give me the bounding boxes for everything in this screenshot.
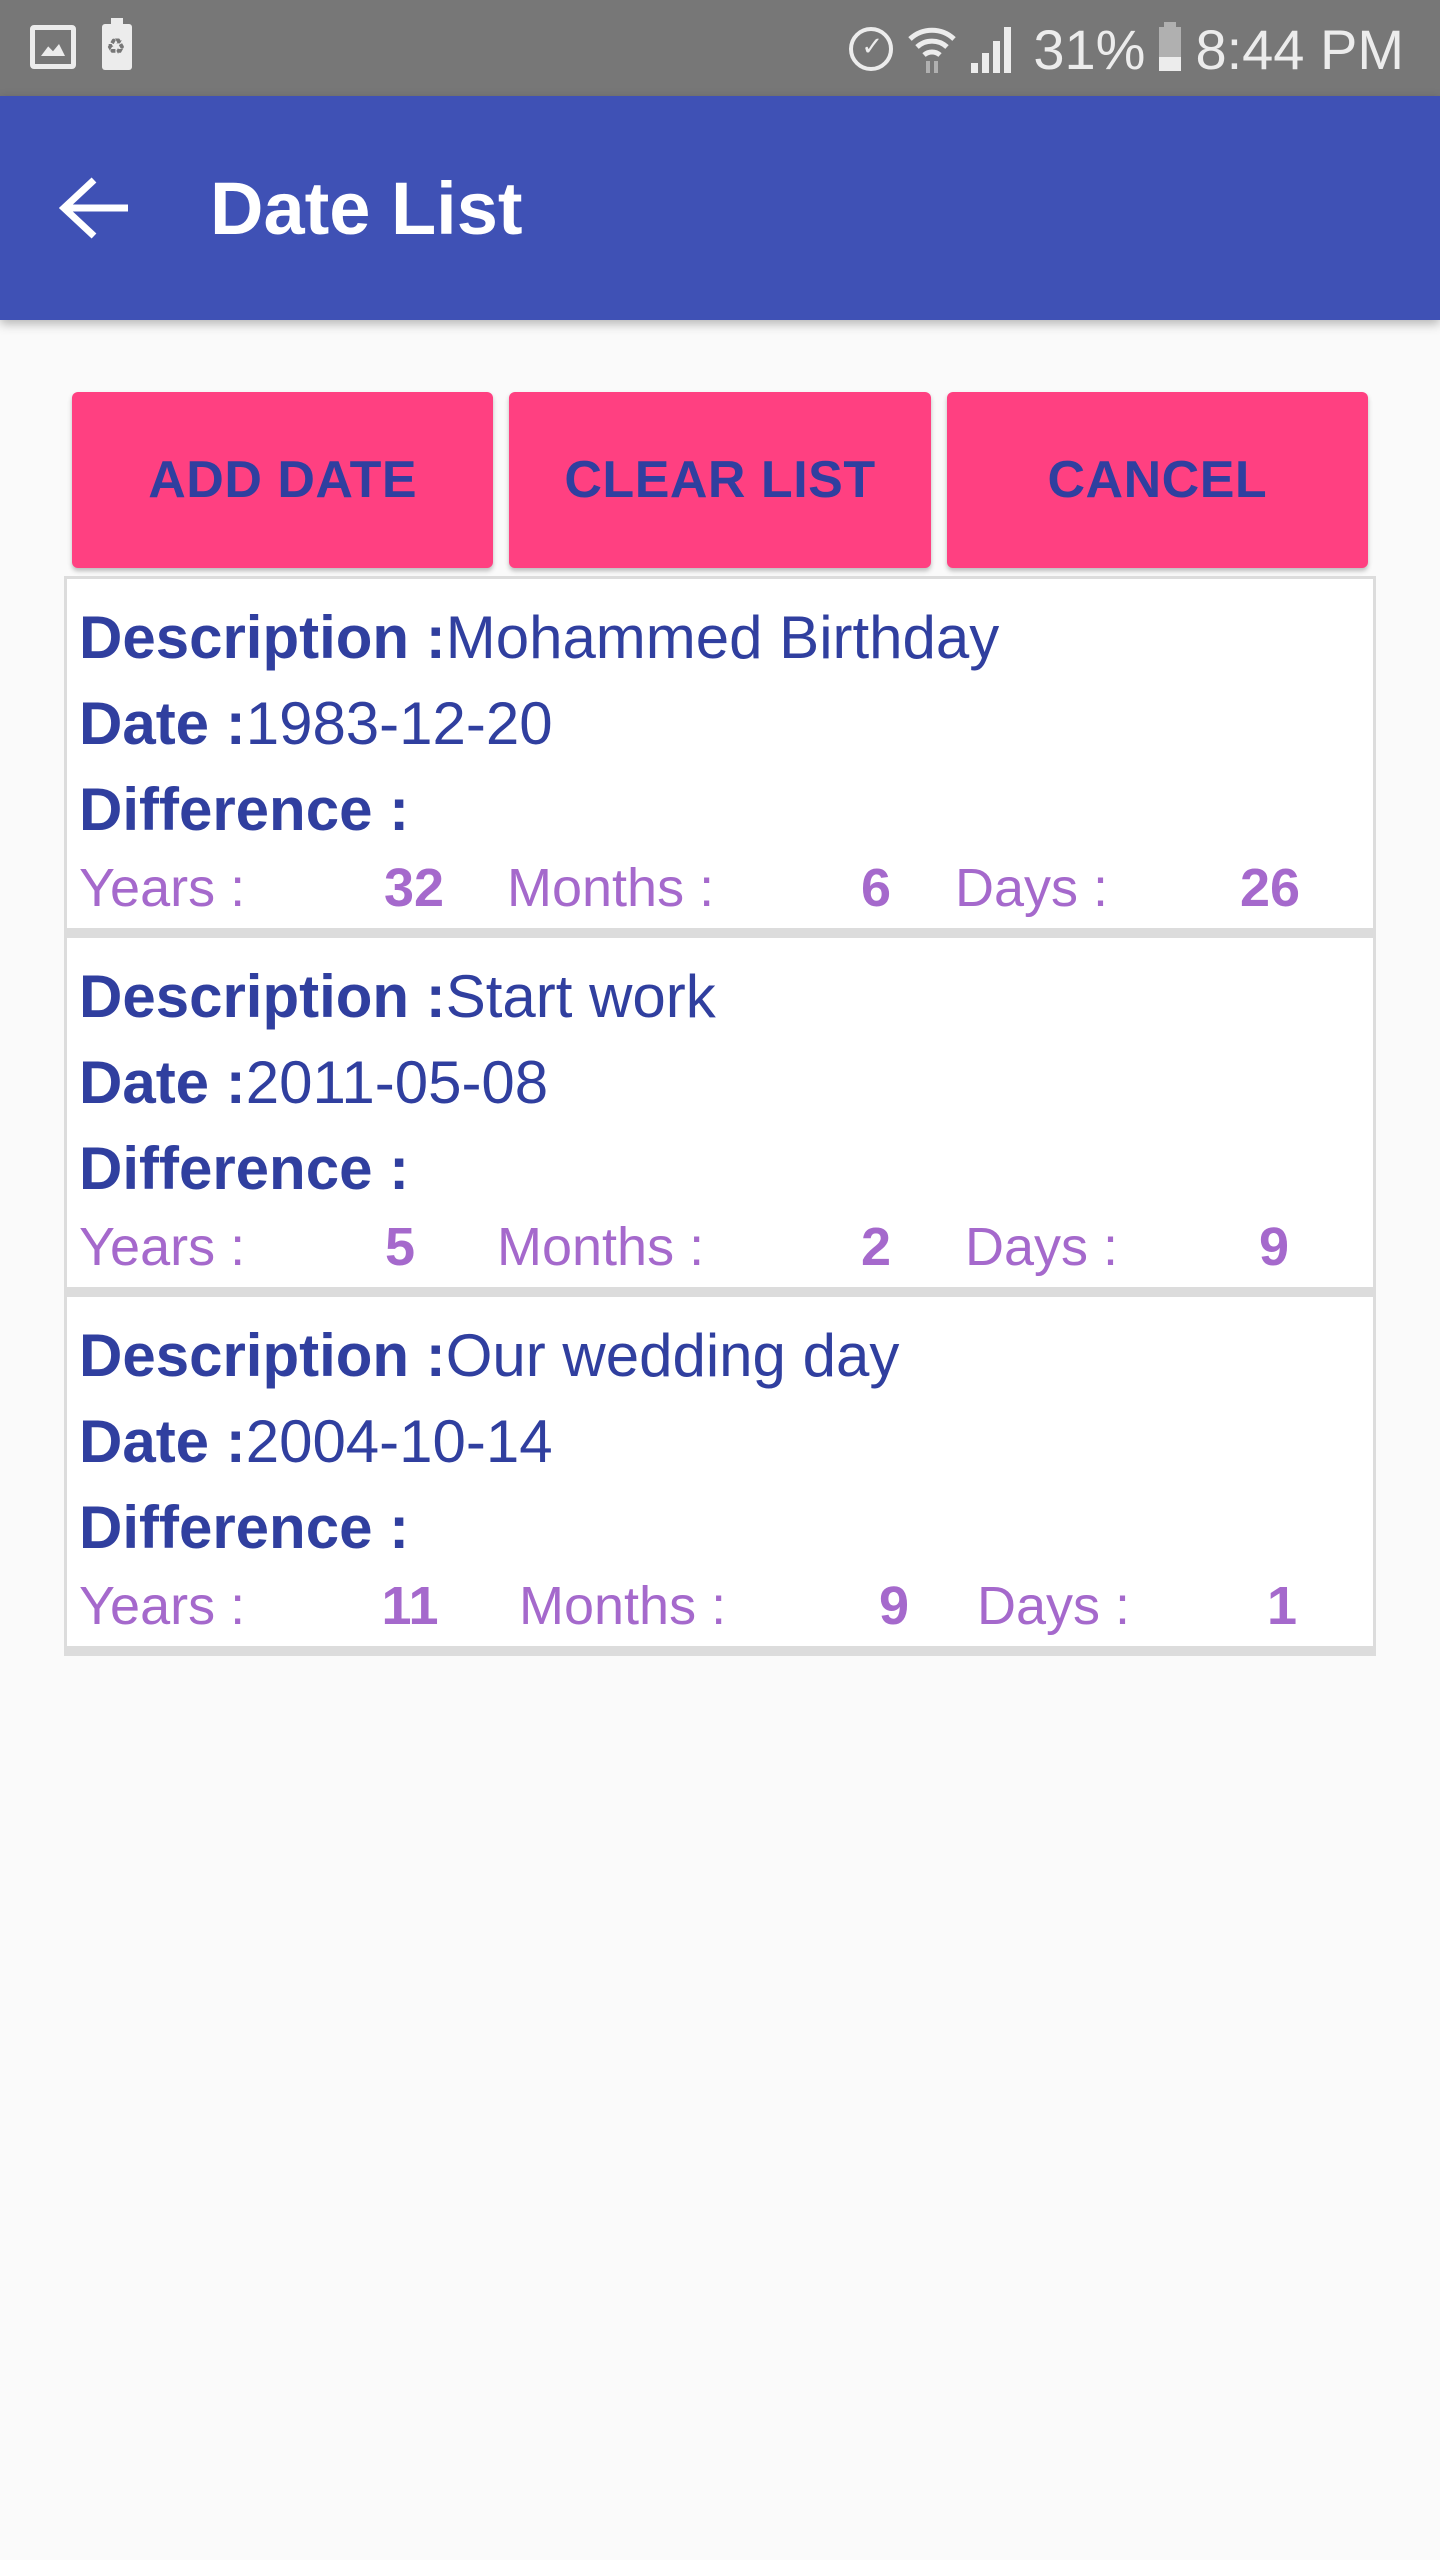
status-bar: 31% 8:44 PM (0, 0, 1440, 96)
cancel-button[interactable]: CANCEL (946, 392, 1368, 568)
difference-values: Years : 11 Months : 9 Days : 1 (79, 1575, 1359, 1645)
battery-icon (1159, 22, 1182, 71)
days-label: Days : (965, 1217, 1119, 1277)
list-item[interactable]: Description :Mohammed Birthday Date :198… (64, 576, 1376, 938)
difference-label: Difference : (79, 776, 410, 843)
date-value: 2011-05-08 (245, 1049, 549, 1116)
list-item[interactable]: Description :Our wedding day Date :2004-… (64, 1294, 1376, 1656)
list-item[interactable]: Description :Start work Date :2011-05-08… (64, 935, 1376, 1297)
clear-list-button[interactable]: CLEAR LIST (509, 392, 931, 568)
description-label: Description : (79, 963, 446, 1030)
years-label: Years : (79, 858, 246, 918)
description-row: Description :Mohammed Birthday (79, 603, 999, 672)
years-value: 11 (381, 1576, 439, 1636)
months-value: 2 (860, 1217, 892, 1277)
clock: 8:44 PM (1195, 17, 1404, 81)
years-value: 5 (384, 1217, 416, 1277)
description-value: Mohammed Birthday (445, 604, 1000, 671)
years-label: Years : (79, 1576, 246, 1636)
days-label: Days : (977, 1576, 1131, 1636)
difference-row: Difference : (79, 1134, 409, 1203)
arrow-left-icon[interactable] (58, 174, 134, 242)
difference-values: Years : 5 Months : 2 Days : 9 (79, 1216, 1359, 1286)
battery-saver-icon (102, 18, 132, 70)
difference-label: Difference : (79, 1135, 410, 1202)
months-value: 6 (860, 858, 892, 918)
date-row: Date :2011-05-08 (79, 1048, 548, 1117)
battery-percent: 31% (1033, 17, 1146, 81)
action-buttons: ADD DATE CLEAR LIST CANCEL (72, 392, 1368, 568)
months-value: 9 (878, 1576, 910, 1636)
description-label: Description : (79, 604, 446, 671)
date-list: Description :Mohammed Birthday Date :198… (64, 576, 1376, 1656)
difference-values: Years : 32 Months : 6 Days : 26 (79, 857, 1359, 927)
date-label: Date : (79, 1049, 246, 1116)
date-value: 2004-10-14 (245, 1408, 553, 1475)
years-label: Years : (79, 1217, 246, 1277)
date-value: 1983-12-20 (245, 690, 553, 757)
days-label: Days : (955, 858, 1109, 918)
description-value: Our wedding day (445, 1322, 900, 1389)
difference-row: Difference : (79, 1493, 409, 1562)
description-label: Description : (79, 1322, 446, 1389)
days-value: 1 (1266, 1576, 1298, 1636)
days-value: 26 (1239, 858, 1301, 918)
description-row: Description :Our wedding day (79, 1321, 899, 1390)
difference-label: Difference : (79, 1494, 410, 1561)
page-title: Date List (210, 167, 523, 250)
date-label: Date : (79, 1408, 246, 1475)
days-value: 9 (1258, 1217, 1290, 1277)
date-row: Date :2004-10-14 (79, 1407, 553, 1476)
months-label: Months : (507, 858, 715, 918)
gallery-icon (30, 25, 76, 69)
signal-icon (971, 25, 1019, 73)
app-bar: Date List (0, 96, 1440, 320)
difference-row: Difference : (79, 775, 409, 844)
date-label: Date : (79, 690, 246, 757)
add-date-button[interactable]: ADD DATE (72, 392, 494, 568)
alarm-icon (849, 27, 894, 71)
years-value: 32 (383, 858, 445, 918)
months-label: Months : (519, 1576, 727, 1636)
wifi-icon (908, 27, 957, 73)
description-value: Start work (445, 963, 716, 1030)
date-row: Date :1983-12-20 (79, 689, 553, 758)
months-label: Months : (497, 1217, 705, 1277)
description-row: Description :Start work (79, 962, 716, 1031)
